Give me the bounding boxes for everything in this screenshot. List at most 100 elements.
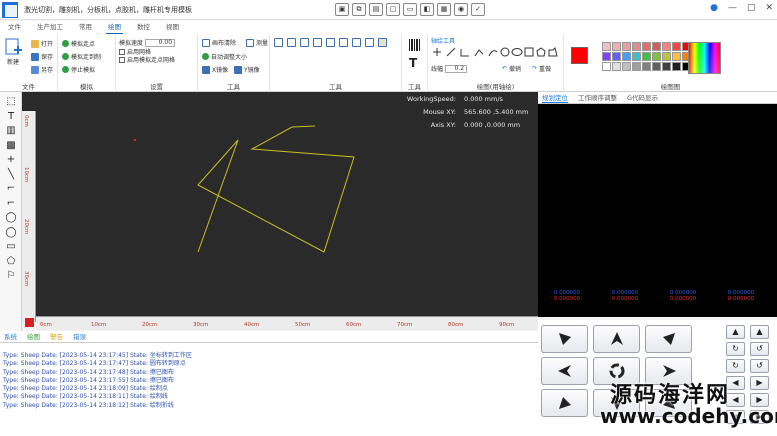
quick-icon-2[interactable]: ⧉ <box>352 3 366 16</box>
left-tool-13-icon[interactable]: ⚐ <box>5 270 17 281</box>
small-btn-8[interactable]: ▶ <box>750 376 769 390</box>
distribute-v-icon[interactable] <box>365 38 374 47</box>
primary-color-swatch[interactable] <box>571 47 588 64</box>
align-left-icon[interactable] <box>274 38 283 47</box>
small-btn-1[interactable]: ▲ <box>726 325 745 339</box>
palette-swatch[interactable] <box>642 52 651 61</box>
tab-work-order[interactable]: 工作顺序调整 <box>578 92 617 103</box>
menu-draw[interactable]: 绘图 <box>106 21 123 34</box>
palette-swatch[interactable] <box>672 52 681 61</box>
maximize-icon[interactable]: ▢ <box>747 3 756 13</box>
mirror-y-button[interactable]: Y镜像 <box>234 65 260 74</box>
left-tool-4-icon[interactable]: ▩ <box>5 140 17 151</box>
close-icon[interactable]: ✕ <box>765 3 773 13</box>
save-as-button[interactable]: 另存 <box>31 65 53 74</box>
quick-icon-6[interactable]: ◧ <box>420 3 434 16</box>
palette-swatch[interactable] <box>672 62 681 71</box>
barcode-icon[interactable] <box>408 38 422 52</box>
open-button[interactable]: 打开 <box>31 39 53 48</box>
small-btn-4[interactable]: ↺ <box>750 342 769 356</box>
align-middle-icon[interactable] <box>326 38 335 47</box>
sim-speed-input[interactable]: 0.00 <box>145 38 176 47</box>
align-bottom-icon[interactable] <box>339 38 348 47</box>
menu-file[interactable]: 文件 <box>6 21 23 34</box>
text-tool-icon[interactable]: T <box>409 56 417 70</box>
distribute-h-icon[interactable] <box>352 38 361 47</box>
measure-button[interactable]: 测量 <box>246 38 268 47</box>
left-tool-8-icon[interactable]: ⌐ <box>5 198 17 209</box>
minimize-icon[interactable]: — <box>728 3 737 13</box>
tab-draw[interactable]: 绘图 <box>27 331 40 342</box>
jog-up-right-button[interactable] <box>645 325 692 353</box>
menu-view[interactable]: 视图 <box>164 21 181 34</box>
tab-error[interactable]: 错误 <box>73 331 86 342</box>
align-top-icon[interactable] <box>313 38 322 47</box>
palette-swatch[interactable] <box>602 52 611 61</box>
palette-swatch[interactable] <box>612 52 621 61</box>
drawing-canvas[interactable]: WorkingSpeed: 0.000 mm/s Mouse XY: 565.6… <box>22 92 538 322</box>
left-tool-12-icon[interactable]: ⬠ <box>5 256 17 267</box>
palette-swatch[interactable] <box>622 62 631 71</box>
sim-step-button[interactable]: 模拟走到制 <box>62 52 101 61</box>
mesh-move-checkbox[interactable]: 启用模拟走点网格 <box>119 55 175 64</box>
quick-icon-3[interactable]: ▤ <box>369 3 383 16</box>
left-tool-11-icon[interactable]: ▭ <box>5 241 17 252</box>
left-tool-5-icon[interactable]: + <box>5 154 17 165</box>
jog-up-left-button[interactable] <box>541 325 588 353</box>
mirror-x-button[interactable]: X镜像 <box>202 65 228 74</box>
shape-tools-row[interactable] <box>431 46 559 58</box>
palette-swatch[interactable] <box>622 42 631 51</box>
palette-swatch[interactable] <box>662 42 671 51</box>
save-button[interactable]: 保存 <box>31 52 53 61</box>
small-btn-3[interactable]: ↻ <box>726 342 745 356</box>
left-tool-6-icon[interactable]: ╲ <box>5 169 17 180</box>
palette-swatch[interactable] <box>642 62 651 71</box>
quick-icon-4[interactable]: ▢ <box>386 3 400 16</box>
small-btn-5[interactable]: ↻ <box>726 359 745 373</box>
palette-swatch[interactable] <box>602 62 611 71</box>
new-button[interactable]: 新建 <box>4 38 22 66</box>
left-tool-7-icon[interactable]: ⌐ <box>5 183 17 194</box>
line-width-input[interactable]: 0.2 <box>445 64 468 73</box>
sim-start-button[interactable]: 模拟走点 <box>62 39 95 48</box>
jog-left-button[interactable] <box>541 357 588 385</box>
color-spectrum-picker[interactable] <box>688 42 721 74</box>
redo-button[interactable]: ↷ 重做 <box>532 64 551 73</box>
tab-warning[interactable]: 警告 <box>50 331 63 342</box>
palette-swatch[interactable] <box>632 52 641 61</box>
align-right-icon[interactable] <box>300 38 309 47</box>
quick-icon-8[interactable]: ◉ <box>454 3 468 16</box>
jog-down-left-button[interactable] <box>541 389 588 417</box>
palette-swatch[interactable] <box>652 62 661 71</box>
clear-canvas-button[interactable]: 画布清除 <box>202 38 236 47</box>
palette-swatch[interactable] <box>612 42 621 51</box>
tab-positioning[interactable]: 规划定位 <box>542 92 568 103</box>
palette-swatch[interactable] <box>672 42 681 51</box>
palette-swatch[interactable] <box>662 52 671 61</box>
menu-production[interactable]: 生产加工 <box>35 21 65 34</box>
palette-swatch[interactable] <box>652 42 661 51</box>
left-tool-3-icon[interactable]: ▥ <box>5 125 17 136</box>
quick-icon-7[interactable]: ▦ <box>437 3 451 16</box>
tab-system[interactable]: 系统 <box>4 331 17 342</box>
palette-swatch[interactable] <box>602 42 611 51</box>
tab-gcode[interactable]: G代码显示 <box>627 92 658 103</box>
palette-swatch[interactable] <box>662 62 671 71</box>
undo-button[interactable]: ↶ 撤销 <box>502 64 521 73</box>
quick-icon-5[interactable]: ▭ <box>403 3 417 16</box>
palette-swatch[interactable] <box>622 52 631 61</box>
small-btn-2[interactable]: ▲ <box>750 325 769 339</box>
quick-icon-9[interactable]: ✓ <box>471 3 485 16</box>
palette-swatch[interactable] <box>632 42 641 51</box>
autofit-button[interactable]: 自动调整大小 <box>202 52 247 61</box>
small-btn-6[interactable]: ↺ <box>750 359 769 373</box>
menu-common[interactable]: 常用 <box>77 21 94 34</box>
jog-up-button[interactable] <box>593 325 640 353</box>
left-tool-2-icon[interactable]: T <box>5 111 17 122</box>
quick-icon-1[interactable]: ▣ <box>335 3 349 16</box>
left-tool-9-icon[interactable]: ◯ <box>5 212 17 223</box>
sim-stop-button[interactable]: 停止模拟 <box>62 65 95 74</box>
left-tool-1-icon[interactable]: ⬚ <box>5 96 17 107</box>
theme-icon[interactable]: ● <box>710 3 718 13</box>
left-tool-10-icon[interactable]: ◯ <box>5 227 17 238</box>
